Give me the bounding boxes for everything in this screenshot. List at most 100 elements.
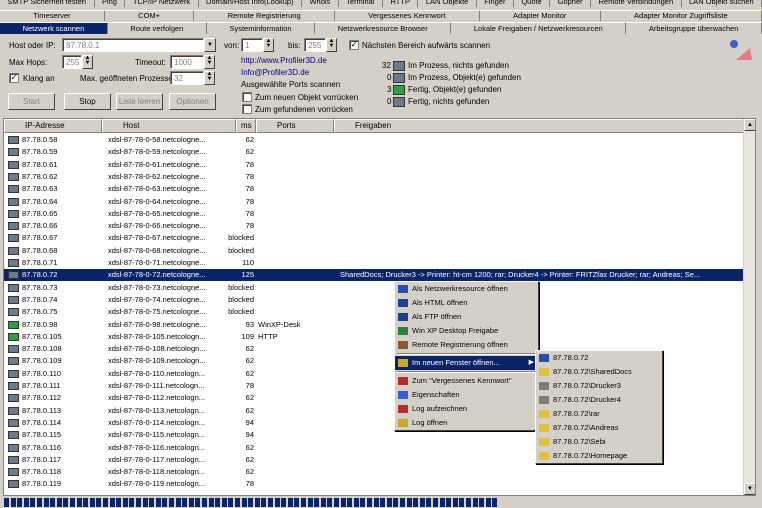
klang-checkbox[interactable]: ✓ <box>9 73 19 83</box>
tab-smtp-sicherheit-testen[interactable]: SMTP Sicherheit testen <box>0 0 95 7</box>
table-row[interactable]: 87.78.0.73 xdsl-87-78-0-73.netcologne... b… <box>4 282 744 294</box>
tab-timeserver[interactable]: Timeserver <box>0 10 105 21</box>
tab-adapter-monitor[interactable]: Adapter Monitor <box>479 10 601 21</box>
col-ms[interactable]: ms <box>236 119 256 133</box>
start-button[interactable]: Start <box>8 93 55 110</box>
table-row[interactable]: 87.78.0.58 xdsl-87-78-0-58.netcologne... 6… <box>4 134 744 146</box>
host-input[interactable]: 87.78.0.1 <box>62 38 204 52</box>
submenu-item[interactable]: 87.78.0.72\Sebi <box>536 435 662 449</box>
tab-arbeitsgruppe-berwachen[interactable]: Arbeitsgruppe überwachen <box>626 22 762 34</box>
menu-item[interactable]: Als HTML öffnen <box>395 296 538 310</box>
scroll-up-button[interactable]: ▲ <box>744 119 755 131</box>
table-row[interactable]: 87.78.0.63 xdsl-87-78-0-63.netcologne... 7… <box>4 183 744 195</box>
col-ip-label: IP-Adresse <box>25 121 65 130</box>
menu-item[interactable]: Win XP Desktop Freigabe <box>395 324 538 338</box>
max-proc-spinner[interactable]: ▲ ▼ <box>204 71 215 85</box>
table-row[interactable]: 87.78.0.74 xdsl-87-78-0-74.netcologne... b… <box>4 294 744 306</box>
bis-label: bis: <box>288 41 301 50</box>
menu-item[interactable]: Log aufzeichnen <box>395 402 538 416</box>
maxhops-input[interactable]: 255 <box>62 55 82 69</box>
stop-button[interactable]: Stop <box>64 93 111 110</box>
table-row[interactable]: 87.78.0.72 xdsl-87-78-0-72.netcologne... 1… <box>4 269 744 282</box>
table-row[interactable]: 87.78.0.62 xdsl-87-78-0-62.netcologne... 7… <box>4 171 744 183</box>
submenu-item[interactable]: 87.78.0.72\Andreas <box>536 421 662 435</box>
tab-lan-objekte[interactable]: LAN Objekte <box>418 0 477 7</box>
table-row[interactable]: 87.78.0.59 xdsl-87-78-0-59.netcologne... 6… <box>4 146 744 158</box>
table-row[interactable]: 87.78.0.105 xdsl-87-78-0-105.netcologn...… <box>4 331 744 343</box>
tab-netzwerk-scannen[interactable]: Netzwerk scannen <box>0 22 108 34</box>
tab-tcp-ip-netzwerk[interactable]: TCP/IP Netzwerk <box>125 0 199 7</box>
tab-systeminformation[interactable]: Systeminformation <box>206 22 316 34</box>
website-link[interactable]: http://www.Profiler3D.de <box>241 56 327 65</box>
tab-gopher[interactable]: Gopher <box>550 0 592 7</box>
table-row[interactable]: 87.78.0.64 xdsl-87-78-0-64.netcologne... 7… <box>4 196 744 208</box>
menu-item[interactable]: Im neuen Fenster öffnen... ▶ <box>395 356 538 370</box>
table-row[interactable]: 87.78.0.68 xdsl-87-78-0-68.netcologne... b… <box>4 245 744 257</box>
submenu-item[interactable]: 87.78.0.72\Homepage <box>536 449 662 463</box>
tab-netzwerkresource-browser[interactable]: Netzwerkresource Browser <box>315 22 452 34</box>
table-row[interactable]: 87.78.0.67 xdsl-87-78-0-67.netcologne... b… <box>4 232 744 244</box>
next-range-checkbox[interactable]: ✓ <box>349 40 359 50</box>
col-host[interactable]: Host <box>102 119 236 133</box>
menu-item[interactable]: Zum "Vergessenes Kennwort" <box>395 374 538 388</box>
bis-spinner[interactable]: ▲ ▼ <box>326 38 337 52</box>
tab-ping[interactable]: Ping <box>95 0 126 7</box>
table-row[interactable]: 87.78.0.66 xdsl-87-78-0-66.netcologne... 7… <box>4 220 744 232</box>
table-row[interactable]: 87.78.0.71 xdsl-87-78-0-71.netcologne... 1… <box>4 257 744 269</box>
tab-adapter-monitor-zugriffsliste[interactable]: Adapter Monitor Zugriffsliste <box>600 10 762 21</box>
tab-quote[interactable]: Quote <box>514 0 551 7</box>
submenu-item[interactable]: 87.78.0.72 <box>536 351 662 365</box>
computer-icon <box>8 209 19 218</box>
table-row[interactable]: 87.78.0.65 xdsl-87-78-0-65.netcologne... 7… <box>4 208 744 220</box>
menu-item[interactable]: Log öffnen <box>395 416 538 430</box>
scroll-down-button[interactable]: ▼ <box>744 483 755 495</box>
table-row[interactable]: 87.78.0.119 xdsl-87-78-0-119.netcologn...… <box>4 478 744 490</box>
menu-item-icon <box>398 313 408 321</box>
tab-terminal[interactable]: Terminal <box>339 0 383 7</box>
tab-http[interactable]: HTTP <box>383 0 419 7</box>
submenu-item[interactable]: 87.78.0.72\rar <box>536 407 662 421</box>
tab-lokale-freigaben-netzwerkresourcen[interactable]: Lokale Freigaben / Netzwerkresourcen <box>451 22 627 34</box>
submenu-item[interactable]: 87.78.0.72\SharedDocs <box>536 365 662 379</box>
tab-vergessenes-kennwort[interactable]: Vergessenes Kennwort <box>334 10 480 21</box>
menu-item[interactable]: Eigenschaften <box>395 388 538 402</box>
email-link[interactable]: Info@Profiler3D.de <box>241 68 309 77</box>
timeout-input[interactable]: 1000 <box>170 55 204 69</box>
col-ip[interactable]: IP-Adresse <box>4 119 102 133</box>
opt-new-checkbox[interactable] <box>242 92 252 102</box>
submenu-item[interactable]: 87.78.0.72\Drucker4 <box>536 393 662 407</box>
vertical-scrollbar[interactable]: ▲ ▼ <box>743 119 755 495</box>
menu-item[interactable]: Als Netzwerkresource öffnen <box>395 282 538 296</box>
von-spinner[interactable]: ▲ ▼ <box>263 38 274 52</box>
host-dropdown-arrow[interactable]: ▼ <box>204 38 216 52</box>
von-label: von: <box>224 41 240 50</box>
status-count: 3 <box>387 85 392 94</box>
tab-remote-verbindungen[interactable]: Remote Verbindungen <box>591 0 682 7</box>
opt-found-checkbox[interactable] <box>242 104 252 114</box>
tab-domain-host-info-lookup-[interactable]: Domain/Host Info(Lookup) <box>199 0 303 7</box>
tab-com-[interactable]: COM+ <box>104 10 195 21</box>
options-button[interactable]: Optionen <box>169 93 216 110</box>
table-row[interactable]: 87.78.0.118 xdsl-87-78-0-118.netcologn...… <box>4 466 744 478</box>
tab-whois[interactable]: Whois <box>302 0 339 7</box>
tab-remote-registrierung[interactable]: Remote Registrierung <box>194 10 335 21</box>
max-proc-input[interactable]: 32 <box>170 71 204 85</box>
menu-item[interactable]: Als FTP öffnen <box>395 310 538 324</box>
submenu-item[interactable]: 87.78.0.72\Drucker3 <box>536 379 662 393</box>
progress-segment <box>413 498 419 507</box>
von-input[interactable]: 1 <box>241 38 263 52</box>
col-shares[interactable]: Freigaben <box>334 119 744 133</box>
table-row[interactable]: 87.78.0.98 xdsl-87-78-0-98.netcologne... 9… <box>4 319 744 331</box>
tab-route-verfolgen[interactable]: Route verfolgen <box>107 22 207 34</box>
col-ports[interactable]: Ports <box>256 119 334 133</box>
clear-list-button[interactable]: Liste leeren <box>116 93 163 110</box>
maxhops-spinner[interactable]: ▲ ▼ <box>82 55 93 69</box>
cell-host: xdsl-87-78-0-59.netcologne... <box>108 147 206 157</box>
menu-item[interactable]: Remote Registrierung öffnen <box>395 338 538 352</box>
bis-input[interactable]: 255 <box>304 38 326 52</box>
table-row[interactable]: 87.78.0.75 xdsl-87-78-0-75.netcologne... b… <box>4 306 744 318</box>
timeout-spinner[interactable]: ▲ ▼ <box>204 55 215 69</box>
table-row[interactable]: 87.78.0.61 xdsl-87-78-0-61.netcologne... 7… <box>4 159 744 171</box>
tab-finger[interactable]: Finger <box>477 0 514 7</box>
tab-lan-objekt-suchen[interactable]: LAN Objekt suchen <box>682 0 762 7</box>
